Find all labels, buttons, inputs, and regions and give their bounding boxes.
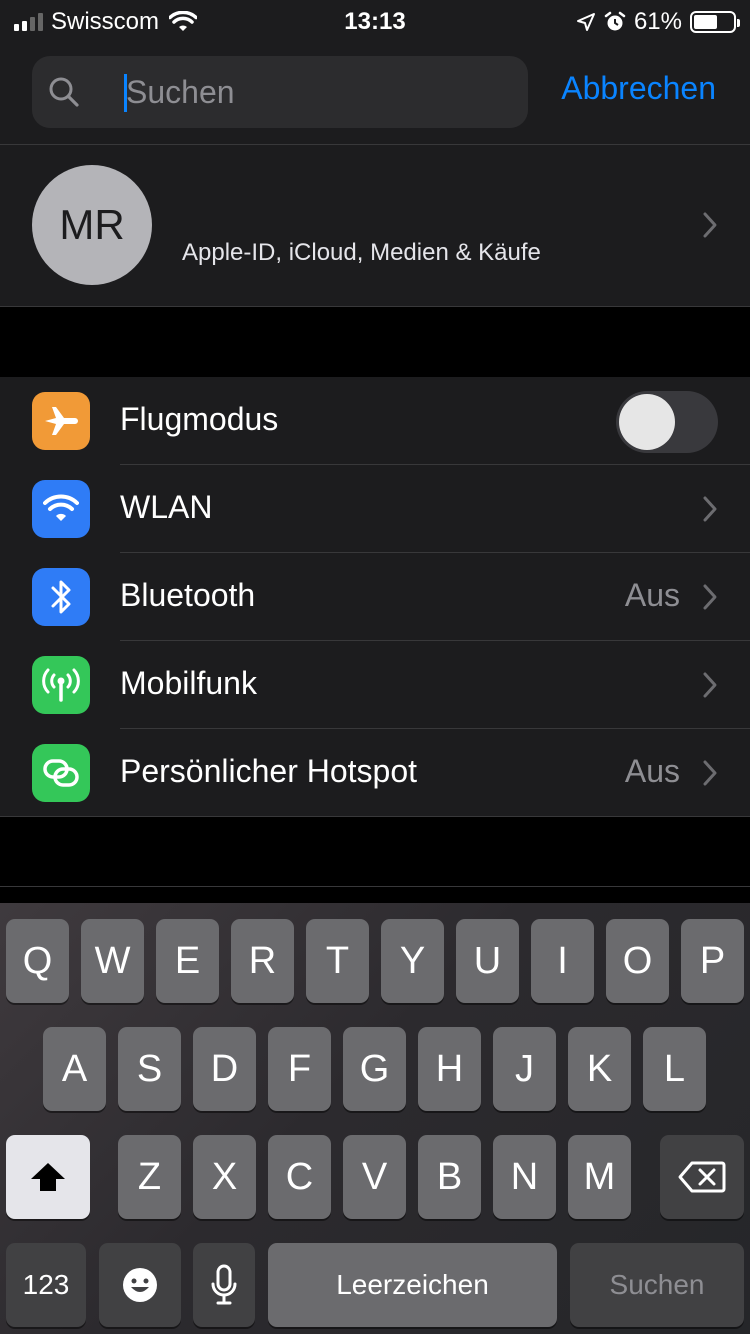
key-x[interactable]: X [193, 1135, 256, 1219]
chevron-right-icon [703, 760, 717, 786]
space-key[interactable]: Leerzeichen [268, 1243, 557, 1327]
airplane-icon [32, 392, 90, 450]
key-c[interactable]: C [268, 1135, 331, 1219]
key-s[interactable]: S [118, 1027, 181, 1111]
location-arrow-icon [576, 13, 595, 31]
key-u[interactable]: U [456, 919, 519, 1003]
key-v[interactable]: V [343, 1135, 406, 1219]
chevron-right-icon [703, 672, 717, 698]
settings-row-label: Mobilfunk [120, 665, 257, 701]
key-g[interactable]: G [343, 1027, 406, 1111]
microphone-icon [211, 1264, 237, 1305]
key-t[interactable]: T [306, 919, 369, 1003]
search-header: Abbrechen [0, 44, 750, 144]
key-j[interactable]: J [493, 1027, 556, 1111]
wifi-status-icon [169, 11, 198, 31]
settings-row-label: WLAN [120, 489, 213, 525]
divider [0, 306, 750, 307]
key-l[interactable]: L [643, 1027, 706, 1111]
cellular-signal-icon [14, 13, 43, 31]
key-z[interactable]: Z [118, 1135, 181, 1219]
flugmodus-toggle[interactable] [616, 391, 718, 453]
search-icon [49, 77, 79, 107]
key-w[interactable]: W [81, 919, 144, 1003]
alarm-clock-icon [604, 11, 626, 31]
search-key[interactable]: Suchen [570, 1243, 744, 1327]
chevron-right-icon [703, 584, 717, 610]
keyboard: QWERTYUIOP ASDFGHJKL ZXCVBNM 123 Leerzei… [0, 903, 750, 1334]
settings-row-label: Bluetooth [120, 577, 256, 613]
status-right: 61% [576, 8, 740, 36]
backspace-icon [678, 1161, 726, 1193]
key-n[interactable]: N [493, 1135, 556, 1219]
key-p[interactable]: P [681, 919, 744, 1003]
chevron-right-icon [703, 212, 717, 238]
emoji-icon [123, 1268, 157, 1302]
key-e[interactable]: E [156, 919, 219, 1003]
key-i[interactable]: I [531, 919, 594, 1003]
key-f[interactable]: F [268, 1027, 331, 1111]
carrier-name: Swisscom [51, 8, 160, 35]
shift-key[interactable] [6, 1135, 90, 1219]
settings-row-value: Aus [624, 753, 680, 789]
search-input[interactable] [126, 68, 516, 116]
status-left: Swisscom [14, 8, 198, 36]
key-h[interactable]: H [418, 1027, 481, 1111]
divider [0, 816, 750, 817]
dictation-key[interactable] [193, 1243, 255, 1327]
bluetooth-icon [32, 568, 90, 626]
wifi-icon [32, 480, 90, 538]
delete-key[interactable] [660, 1135, 744, 1219]
settings-list: Flugmodus WLAN Bluetooth Aus Mobilfunk P… [0, 377, 750, 816]
profile-subtitle: Apple-ID, iCloud, Medien & Käufe [182, 239, 541, 266]
avatar: MR [32, 165, 152, 285]
key-r[interactable]: R [231, 919, 294, 1003]
key-d[interactable]: D [193, 1027, 256, 1111]
shift-arrow-icon [31, 1163, 65, 1191]
settings-row-value: Aus [624, 577, 680, 613]
key-m[interactable]: M [568, 1135, 631, 1219]
status-bar: Swisscom 13:13 61% [0, 0, 750, 44]
settings-row-label: Flugmodus [120, 401, 279, 437]
chevron-right-icon [703, 496, 717, 522]
key-b[interactable]: B [418, 1135, 481, 1219]
settings-row-mobilfunk[interactable]: Mobilfunk [0, 641, 750, 729]
battery-icon [690, 11, 740, 33]
settings-row-label: Persönlicher Hotspot [120, 753, 418, 789]
emoji-key[interactable] [99, 1243, 181, 1327]
hotspot-icon [32, 744, 90, 802]
key-y[interactable]: Y [381, 919, 444, 1003]
settings-row-persoenlicher-hotspot[interactable]: Persönlicher Hotspot Aus [0, 729, 750, 817]
apple-id-profile-row[interactable]: MR Apple-ID, iCloud, Medien & Käufe [0, 145, 750, 306]
battery-fill [694, 15, 718, 29]
settings-row-wlan[interactable]: WLAN [0, 465, 750, 553]
antenna-icon [32, 656, 90, 714]
toggle-knob [619, 394, 675, 450]
key-o[interactable]: O [606, 919, 669, 1003]
search-field[interactable] [32, 56, 528, 128]
key-a[interactable]: A [43, 1027, 106, 1111]
settings-row-flugmodus[interactable]: Flugmodus [0, 377, 750, 465]
settings-row-bluetooth[interactable]: Bluetooth Aus [0, 553, 750, 641]
cancel-button[interactable]: Abbrechen [561, 70, 716, 107]
battery-percentage: 61% [633, 8, 682, 35]
numbers-key[interactable]: 123 [6, 1243, 86, 1327]
key-q[interactable]: Q [6, 919, 69, 1003]
key-k[interactable]: K [568, 1027, 631, 1111]
divider [0, 886, 750, 887]
